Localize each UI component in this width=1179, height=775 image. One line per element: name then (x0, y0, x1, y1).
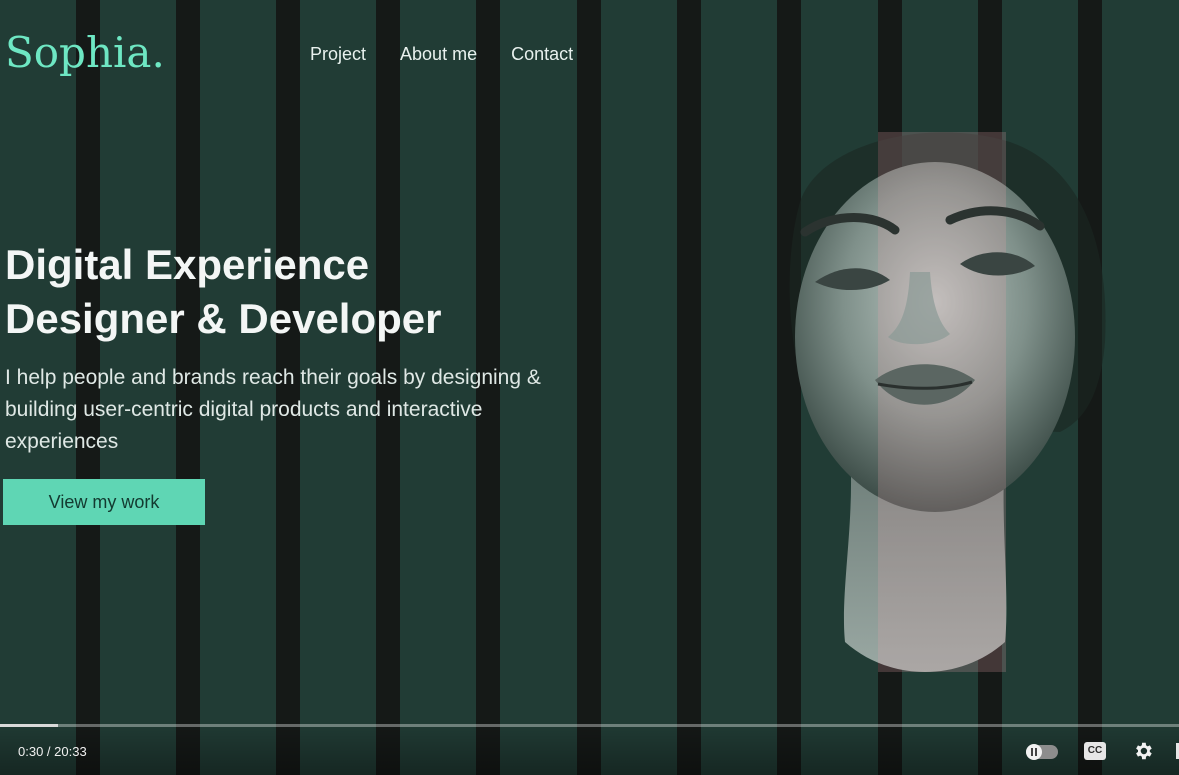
player-controls: 0:30 / 20:33 CC (0, 727, 1179, 775)
hero-subtitle: I help people and brands reach their goa… (5, 366, 541, 453)
pause-icon (1026, 744, 1042, 760)
site-logo[interactable]: Sophia. (5, 28, 165, 77)
captions-button[interactable]: CC (1084, 742, 1106, 760)
autoplay-toggle[interactable] (1026, 744, 1058, 760)
settings-gear-icon[interactable] (1132, 740, 1154, 762)
nav-link-contact[interactable]: Contact (511, 44, 573, 65)
nav-link-project[interactable]: Project (310, 44, 366, 65)
headline-line-2: Designer & Developer (5, 295, 442, 342)
view-my-work-button[interactable]: View my work (3, 479, 205, 525)
video-frame[interactable]: Sophia. Project About me Contact Digital… (0, 0, 1179, 775)
nav-link-about-me[interactable]: About me (400, 44, 477, 65)
time-display: 0:30 / 20:33 (18, 744, 87, 759)
stripe (577, 0, 601, 775)
main-nav: Project About me Contact (310, 44, 573, 65)
portrait-image (789, 132, 1106, 672)
hero-headline: Digital Experience Designer & Developer (5, 238, 605, 346)
headline-line-1: Digital Experience (5, 241, 370, 288)
stripe (677, 0, 701, 775)
